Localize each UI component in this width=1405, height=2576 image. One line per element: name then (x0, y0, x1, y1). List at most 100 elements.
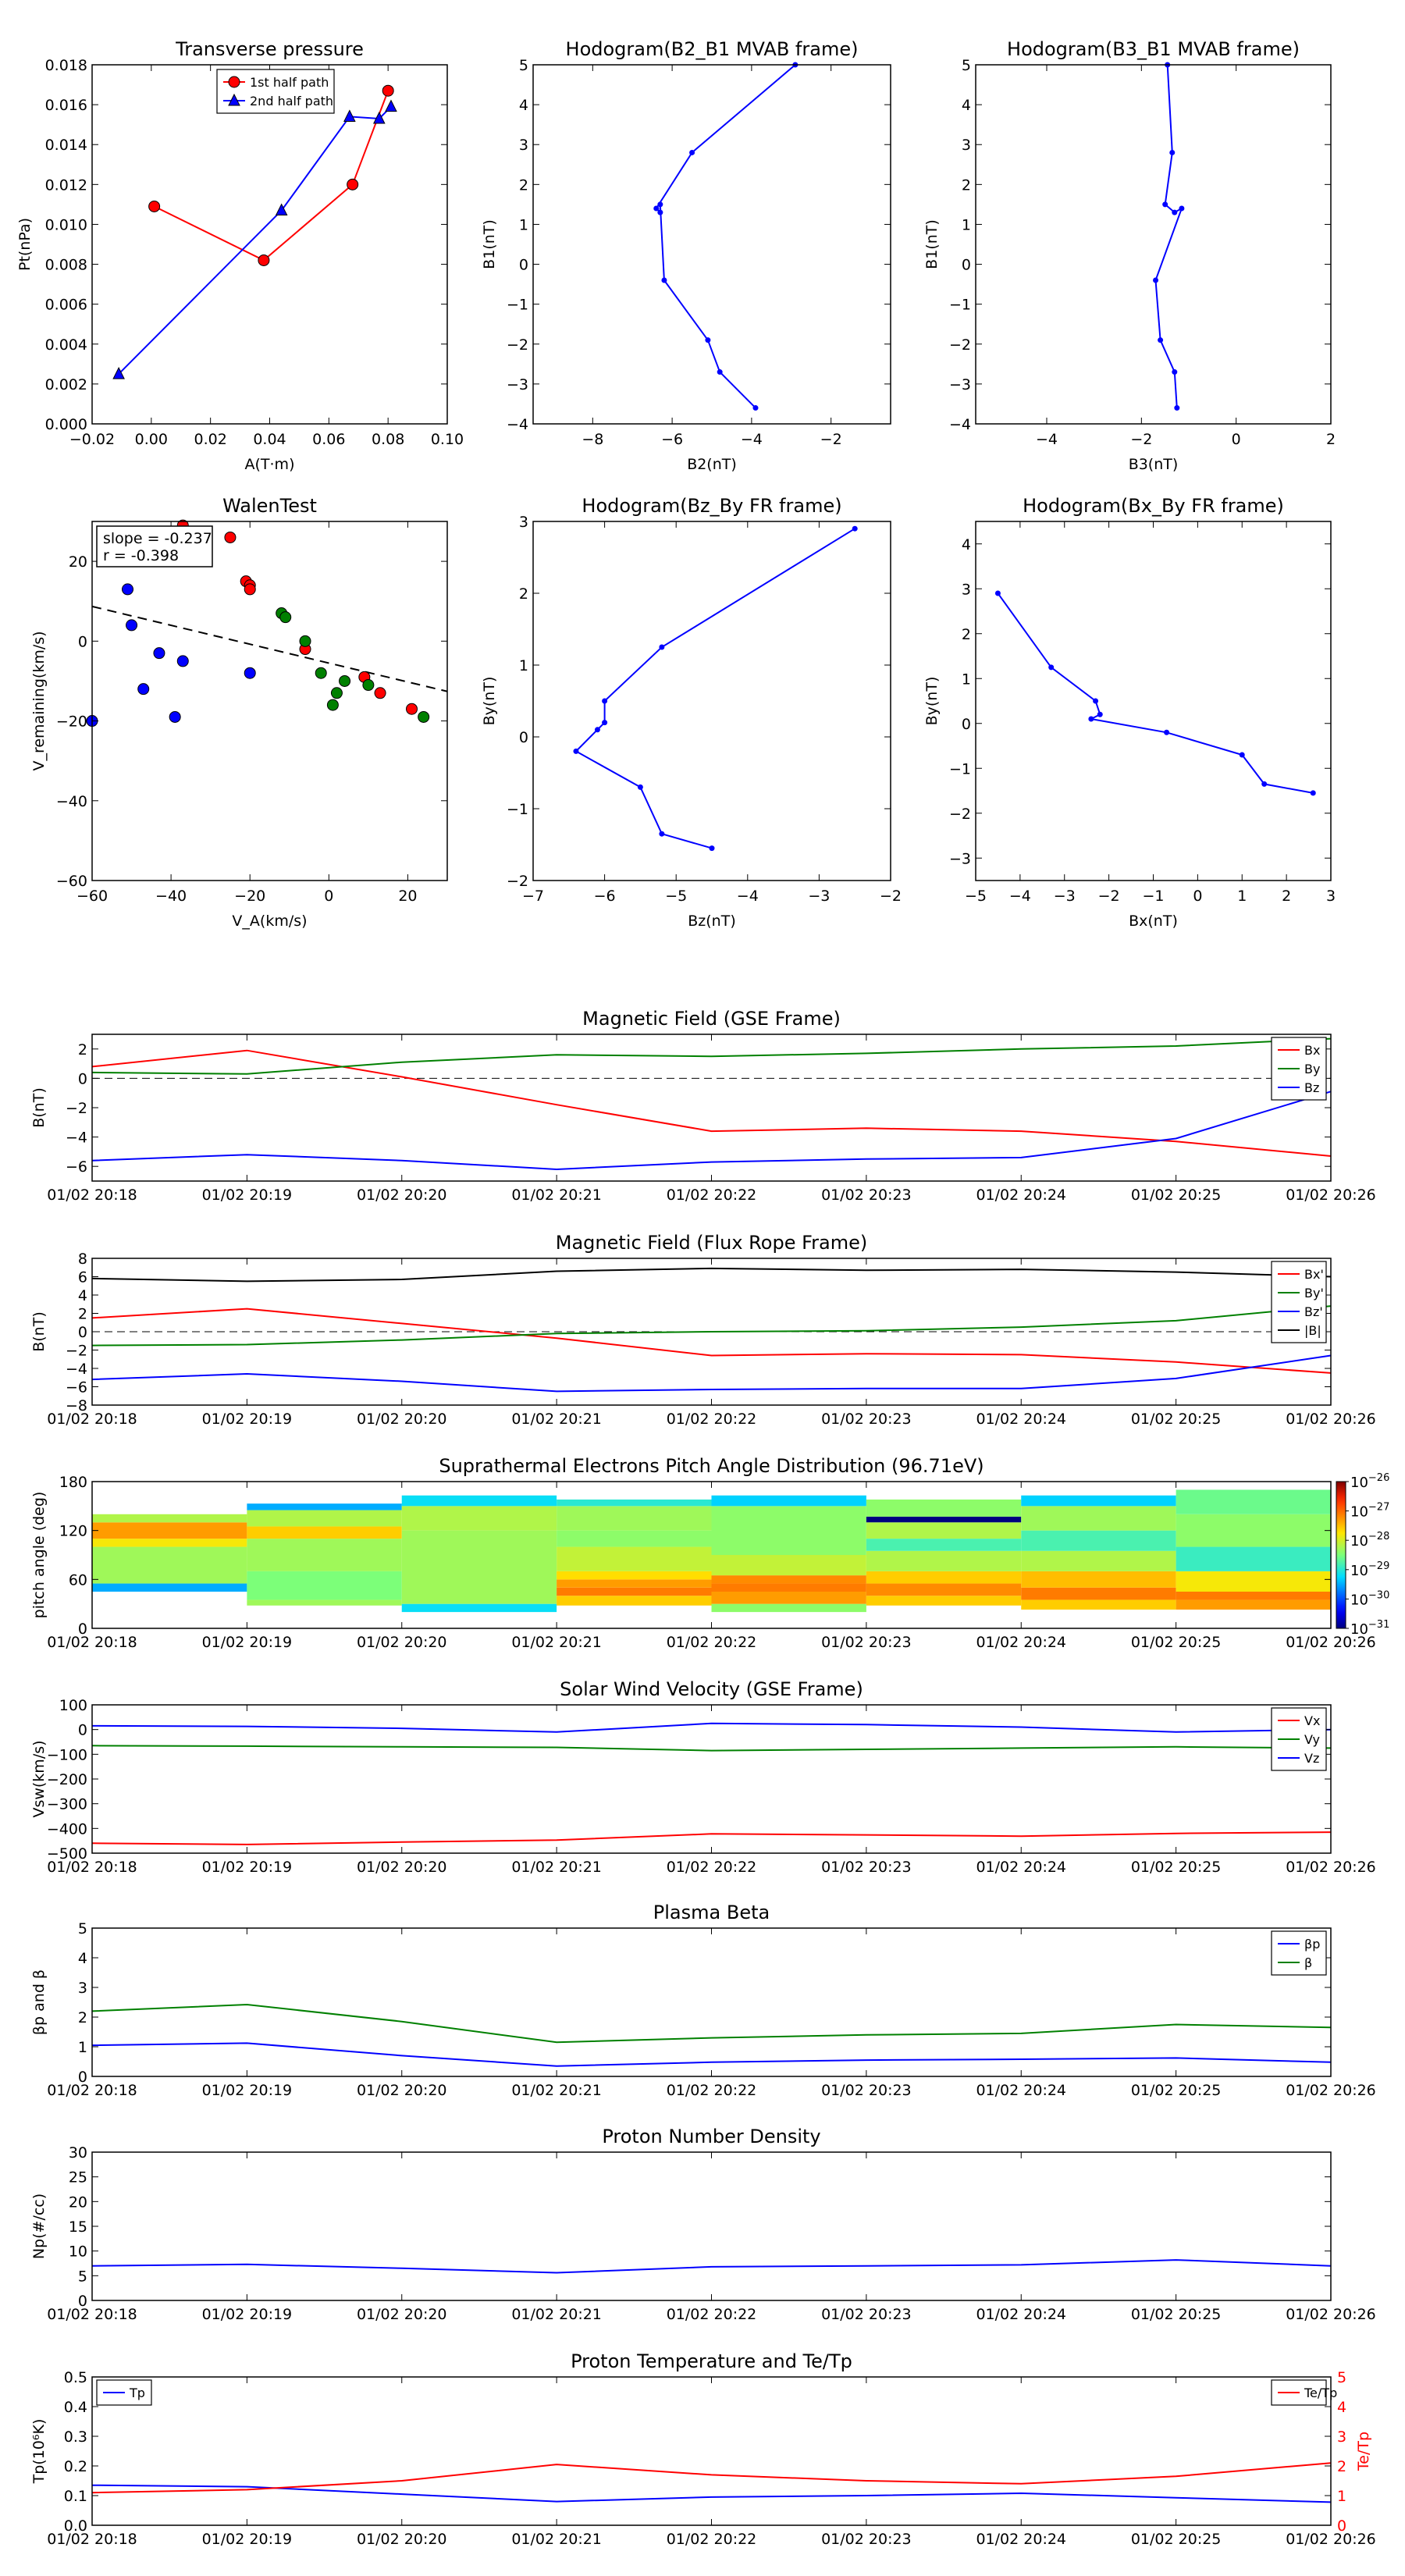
x-axis-label: V_A(km/s) (232, 913, 307, 930)
data-point (602, 720, 608, 726)
y-tick-label: 1 (962, 216, 971, 233)
heatmap-cell (1176, 1546, 1331, 1571)
data-point (244, 583, 256, 596)
y-tick-label: −2 (66, 1100, 87, 1117)
legend-label: |B| (1304, 1323, 1321, 1338)
y-tick-label: −300 (47, 1796, 87, 1813)
y-tick-label: 4 (78, 1287, 87, 1304)
y-tick-label: −2 (66, 1343, 87, 1360)
y-tick-label: −400 (47, 1820, 87, 1838)
x-tick-label: −2 (880, 888, 902, 905)
y-axis-label: V_remaining(km/s) (30, 631, 48, 770)
y-tick-label: 2 (519, 585, 528, 603)
x-tick-label: 01/02 20:23 (821, 2306, 912, 2323)
y-tick-label: 20 (69, 553, 87, 571)
y-tick-label: 6 (78, 1269, 87, 1286)
series-line (997, 592, 1314, 794)
heatmap-cell (711, 1592, 866, 1604)
x-tick-label: −60 (76, 888, 108, 905)
x-tick-label: 01/02 20:18 (47, 1411, 137, 1428)
x-tick-label: 01/02 20:22 (667, 1187, 757, 1204)
legend-label: Bx' (1304, 1267, 1324, 1282)
series-line (1154, 64, 1183, 408)
chart-title: Magnetic Field (GSE Frame) (582, 1008, 841, 1030)
heatmap-cell (1176, 1489, 1331, 1514)
colorbar-tick-exponent: −29 (1368, 1560, 1389, 1572)
x-tick-label: 01/02 20:21 (511, 1411, 602, 1428)
x-tick-label: 01/02 20:23 (821, 1187, 912, 1204)
plot-frame (91, 64, 448, 425)
heatmap-cell (92, 1546, 247, 1584)
heatmap-cell (1021, 1506, 1176, 1531)
x-tick-label: 01/02 20:23 (821, 1411, 912, 1428)
y-tick-label: 5 (78, 1920, 87, 1937)
heatmap-cell (557, 1530, 712, 1547)
y2-tick-label: 4 (1337, 2399, 1346, 2416)
x-tick-label: 01/02 20:19 (202, 1859, 293, 1876)
y-tick-label: −1 (949, 297, 971, 314)
heatmap-cell (1021, 1571, 1176, 1588)
x-tick-label: 01/02 20:23 (821, 1634, 912, 1651)
y-tick-label: −1 (507, 297, 528, 314)
data-point (717, 369, 723, 375)
x-tick-label: 20 (398, 888, 417, 905)
x-tick-label: 01/02 20:22 (667, 1411, 757, 1428)
series-line (91, 2462, 1332, 2494)
y-tick-label: −4 (66, 1361, 87, 1378)
y-tick-label: 0 (78, 1324, 87, 1341)
colorbar-tick-exponent: −30 (1368, 1589, 1389, 1601)
colorbar-tick-label: 10−29 (1350, 1560, 1389, 1579)
plot-frame (532, 64, 891, 425)
plot-frame (532, 521, 891, 881)
x-tick-label: 01/02 20:26 (1286, 2082, 1376, 2099)
y-tick-label: 2 (78, 1041, 87, 1059)
y-tick-label: 25 (69, 2169, 87, 2186)
x-axis-label: Bz(nT) (688, 913, 735, 930)
data-point (385, 99, 397, 112)
legend-label: Vz (1304, 1751, 1319, 1766)
data-point (1158, 337, 1164, 343)
y-tick-label: 3 (962, 581, 971, 598)
y-tick-label: 0.002 (45, 376, 87, 393)
plot-frame (91, 2376, 1332, 2526)
data-point (330, 687, 343, 699)
y2-axis-label: Te/Tp (1355, 2432, 1372, 2471)
x-tick-label: −4 (741, 431, 763, 448)
x-tick-label: −2 (1130, 431, 1152, 448)
x-tick-label: 2 (1282, 888, 1291, 905)
x-tick-label: 01/02 20:19 (202, 1634, 293, 1651)
data-point (326, 699, 339, 711)
data-point (1172, 209, 1178, 215)
heatmap-cell (866, 1583, 1022, 1596)
data-point (339, 674, 351, 687)
data-point (659, 831, 665, 837)
heatmap-cell (1176, 1592, 1331, 1600)
y-axis-label: B1(nT) (481, 219, 498, 269)
y-tick-label: 0.2 (64, 2458, 87, 2475)
heatmap-cell (401, 1506, 557, 1531)
heatmap-cell (866, 1550, 1022, 1571)
legend-label: Bx (1304, 1043, 1320, 1058)
x-tick-label: −1 (1142, 888, 1164, 905)
plot-frame (975, 521, 1332, 881)
y-tick-label: 2 (78, 1306, 87, 1323)
chart-title: WalenTest (222, 495, 317, 517)
y-tick-label: −3 (507, 376, 528, 393)
x-tick-label: 01/02 20:25 (1131, 2082, 1222, 2099)
heatmap-cell (92, 1539, 247, 1547)
legend-marker (228, 76, 240, 88)
x-tick-label: 0.00 (135, 431, 168, 448)
x-tick-label: −2 (1098, 888, 1120, 905)
x-tick-label: −4 (737, 888, 759, 905)
chart-title: Solar Wind Velocity (GSE Frame) (560, 1678, 863, 1700)
heatmap-cell (92, 1514, 247, 1523)
colorbar-tick-label: 10−30 (1350, 1589, 1389, 1608)
heatmap-cell (711, 1555, 866, 1576)
fit-line (91, 605, 448, 692)
y-tick-label: −1 (949, 760, 971, 777)
heatmap-cell (866, 1516, 1022, 1523)
heatmap-cell (557, 1587, 712, 1596)
x-axis-label: B3(nT) (1129, 456, 1179, 473)
y-tick-label: 1 (519, 657, 528, 674)
heatmap-cell (1176, 1571, 1331, 1592)
